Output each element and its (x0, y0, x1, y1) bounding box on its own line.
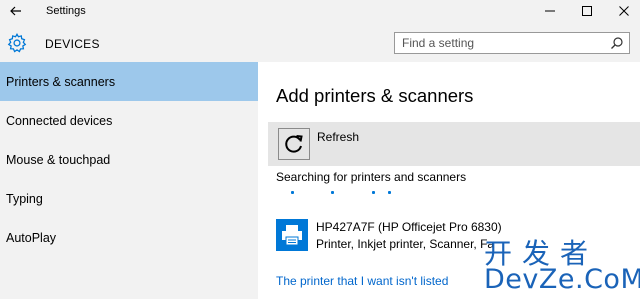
refresh-icon-box (278, 128, 310, 160)
sidebar-item-label: Connected devices (6, 114, 113, 128)
title-bar: Settings (0, 0, 640, 22)
refresh-label: Refresh (317, 130, 360, 144)
printer-description: Printer, Inkjet printer, Scanner, Fa (316, 237, 495, 251)
sidebar-item-typing[interactable]: Typing (0, 179, 258, 218)
sidebar-item-printers-scanners[interactable]: Printers & scanners (0, 62, 258, 101)
printer-name: HP427A7F (HP Officejet Pro 6830) (316, 220, 502, 234)
watermark-bottom-text: DevZe.CoM (484, 264, 640, 295)
sidebar-item-connected-devices[interactable]: Connected devices (0, 101, 258, 140)
refresh-icon (285, 135, 303, 153)
progress-dot (291, 191, 294, 194)
sidebar: Printers & scanners Connected devices Mo… (0, 62, 258, 299)
printer-icon (276, 219, 308, 251)
search-input[interactable] (402, 35, 602, 51)
minimize-icon[interactable] (542, 3, 558, 19)
sidebar-item-label: Typing (6, 192, 43, 206)
watermark: 开发者 DevZe.CoM (484, 232, 640, 295)
close-icon[interactable] (616, 3, 632, 19)
progress-dot (372, 191, 375, 194)
refresh-button[interactable]: Refresh (268, 122, 640, 166)
back-arrow-icon[interactable] (8, 3, 24, 19)
page-title: Add printers & scanners (276, 85, 474, 106)
sidebar-item-mouse-touchpad[interactable]: Mouse & touchpad (0, 140, 258, 179)
progress-dot (388, 191, 391, 194)
maximize-icon[interactable] (579, 3, 595, 19)
searching-status: Searching for printers and scanners (276, 170, 467, 184)
search-icon[interactable] (610, 36, 624, 50)
window-title: Settings (46, 5, 86, 17)
search-box[interactable] (394, 32, 630, 54)
printer-not-listed-link[interactable]: The printer that I want isn't listed (276, 274, 448, 288)
settings-header: DEVICES (0, 22, 640, 62)
sidebar-item-label: Mouse & touchpad (6, 153, 111, 167)
gear-icon (7, 33, 27, 53)
sidebar-item-label: AutoPlay (6, 231, 57, 245)
section-title: DEVICES (45, 37, 100, 51)
sidebar-item-label: Printers & scanners (6, 75, 116, 89)
sidebar-item-autoplay[interactable]: AutoPlay (0, 218, 258, 257)
progress-dot (331, 191, 334, 194)
